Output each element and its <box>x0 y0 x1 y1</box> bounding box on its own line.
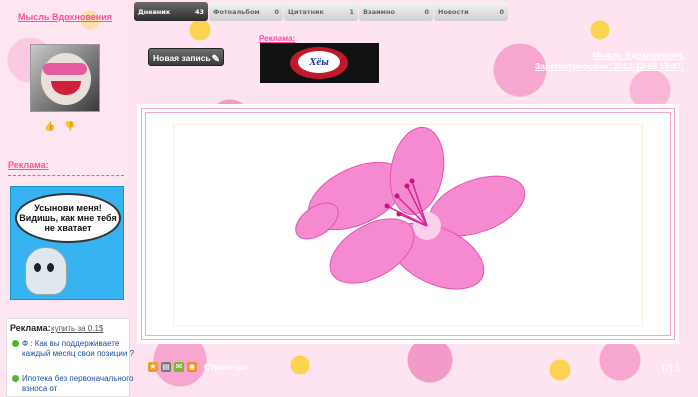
avatar[interactable] <box>30 44 100 112</box>
bullet-icon <box>12 375 19 382</box>
rss-icon[interactable]: ◉ <box>187 362 197 372</box>
new-post-button[interactable]: Новая запись ✎ <box>148 48 224 66</box>
ad-item[interactable]: Ф : Как вы поддерживаете каждый месяц св… <box>10 339 138 359</box>
registration-date: Зарегистрирован: 2013-12-08 17:47: <box>534 61 684 71</box>
tab-photoalbum[interactable]: Фотоальбом 0 <box>209 2 283 21</box>
pages-label: Страницы: <box>204 362 250 372</box>
ad-box-title: Реклама: <box>10 323 51 333</box>
banner-text: Усынови меня! Видишь, как мне тебя не хв… <box>15 193 121 243</box>
tab-quotes[interactable]: Цитатник 1 <box>284 2 358 21</box>
cartoon-bear-image <box>25 247 67 295</box>
ad-item[interactable]: Ипотека без первоначального взноса от <box>10 374 138 394</box>
buy-ad-link[interactable]: купить за 0.1$ <box>51 324 103 333</box>
left-ad-label[interactable]: Реклама: <box>8 160 49 170</box>
author-profile-link[interactable]: Мысль Вдохновения, <box>535 50 684 61</box>
tab-diary[interactable]: Дневник 43 <box>134 2 208 21</box>
top-ad-label[interactable]: Реклама: <box>259 34 295 43</box>
tab-news[interactable]: Новости 0 <box>434 2 508 21</box>
author-info: Мысль Вдохновения, Зарегистрирован: 2013… <box>535 50 684 72</box>
print-icon[interactable]: ▤ <box>161 362 171 372</box>
star-icon[interactable]: ★ <box>148 362 158 372</box>
adopt-me-banner[interactable]: Усынови меня! Видишь, как мне тебя не хв… <box>10 186 124 300</box>
thumbs-down-icon[interactable]: 👎 <box>64 122 75 132</box>
thumbs-up-icon[interactable]: 👍 <box>44 122 55 132</box>
ad-logo: Хёы <box>298 51 340 73</box>
divider <box>8 175 124 176</box>
pencil-icon: ✎ <box>211 54 220 65</box>
pagination[interactable]: [2] 1 <box>662 363 680 373</box>
ad-box: Реклама: купить за 0.1$ Ф : Как вы подде… <box>6 318 134 397</box>
post-toolbar: ★ ▤ ✉ ◉ Страницы: <box>148 362 250 372</box>
nav-tabs: Дневник 43 Фотоальбом 0 Цитатник 1 Взаимно 0… <box>134 2 509 21</box>
flower-image <box>295 126 526 290</box>
post-content <box>137 104 679 344</box>
tab-mutual[interactable]: Взаимно 0 <box>359 2 433 21</box>
author-name-link[interactable]: Мысль Вдохновения <box>18 12 112 22</box>
bullet-icon <box>12 340 19 347</box>
ad-banner[interactable]: Хёы <box>260 43 379 83</box>
share-icon[interactable]: ✉ <box>174 362 184 372</box>
